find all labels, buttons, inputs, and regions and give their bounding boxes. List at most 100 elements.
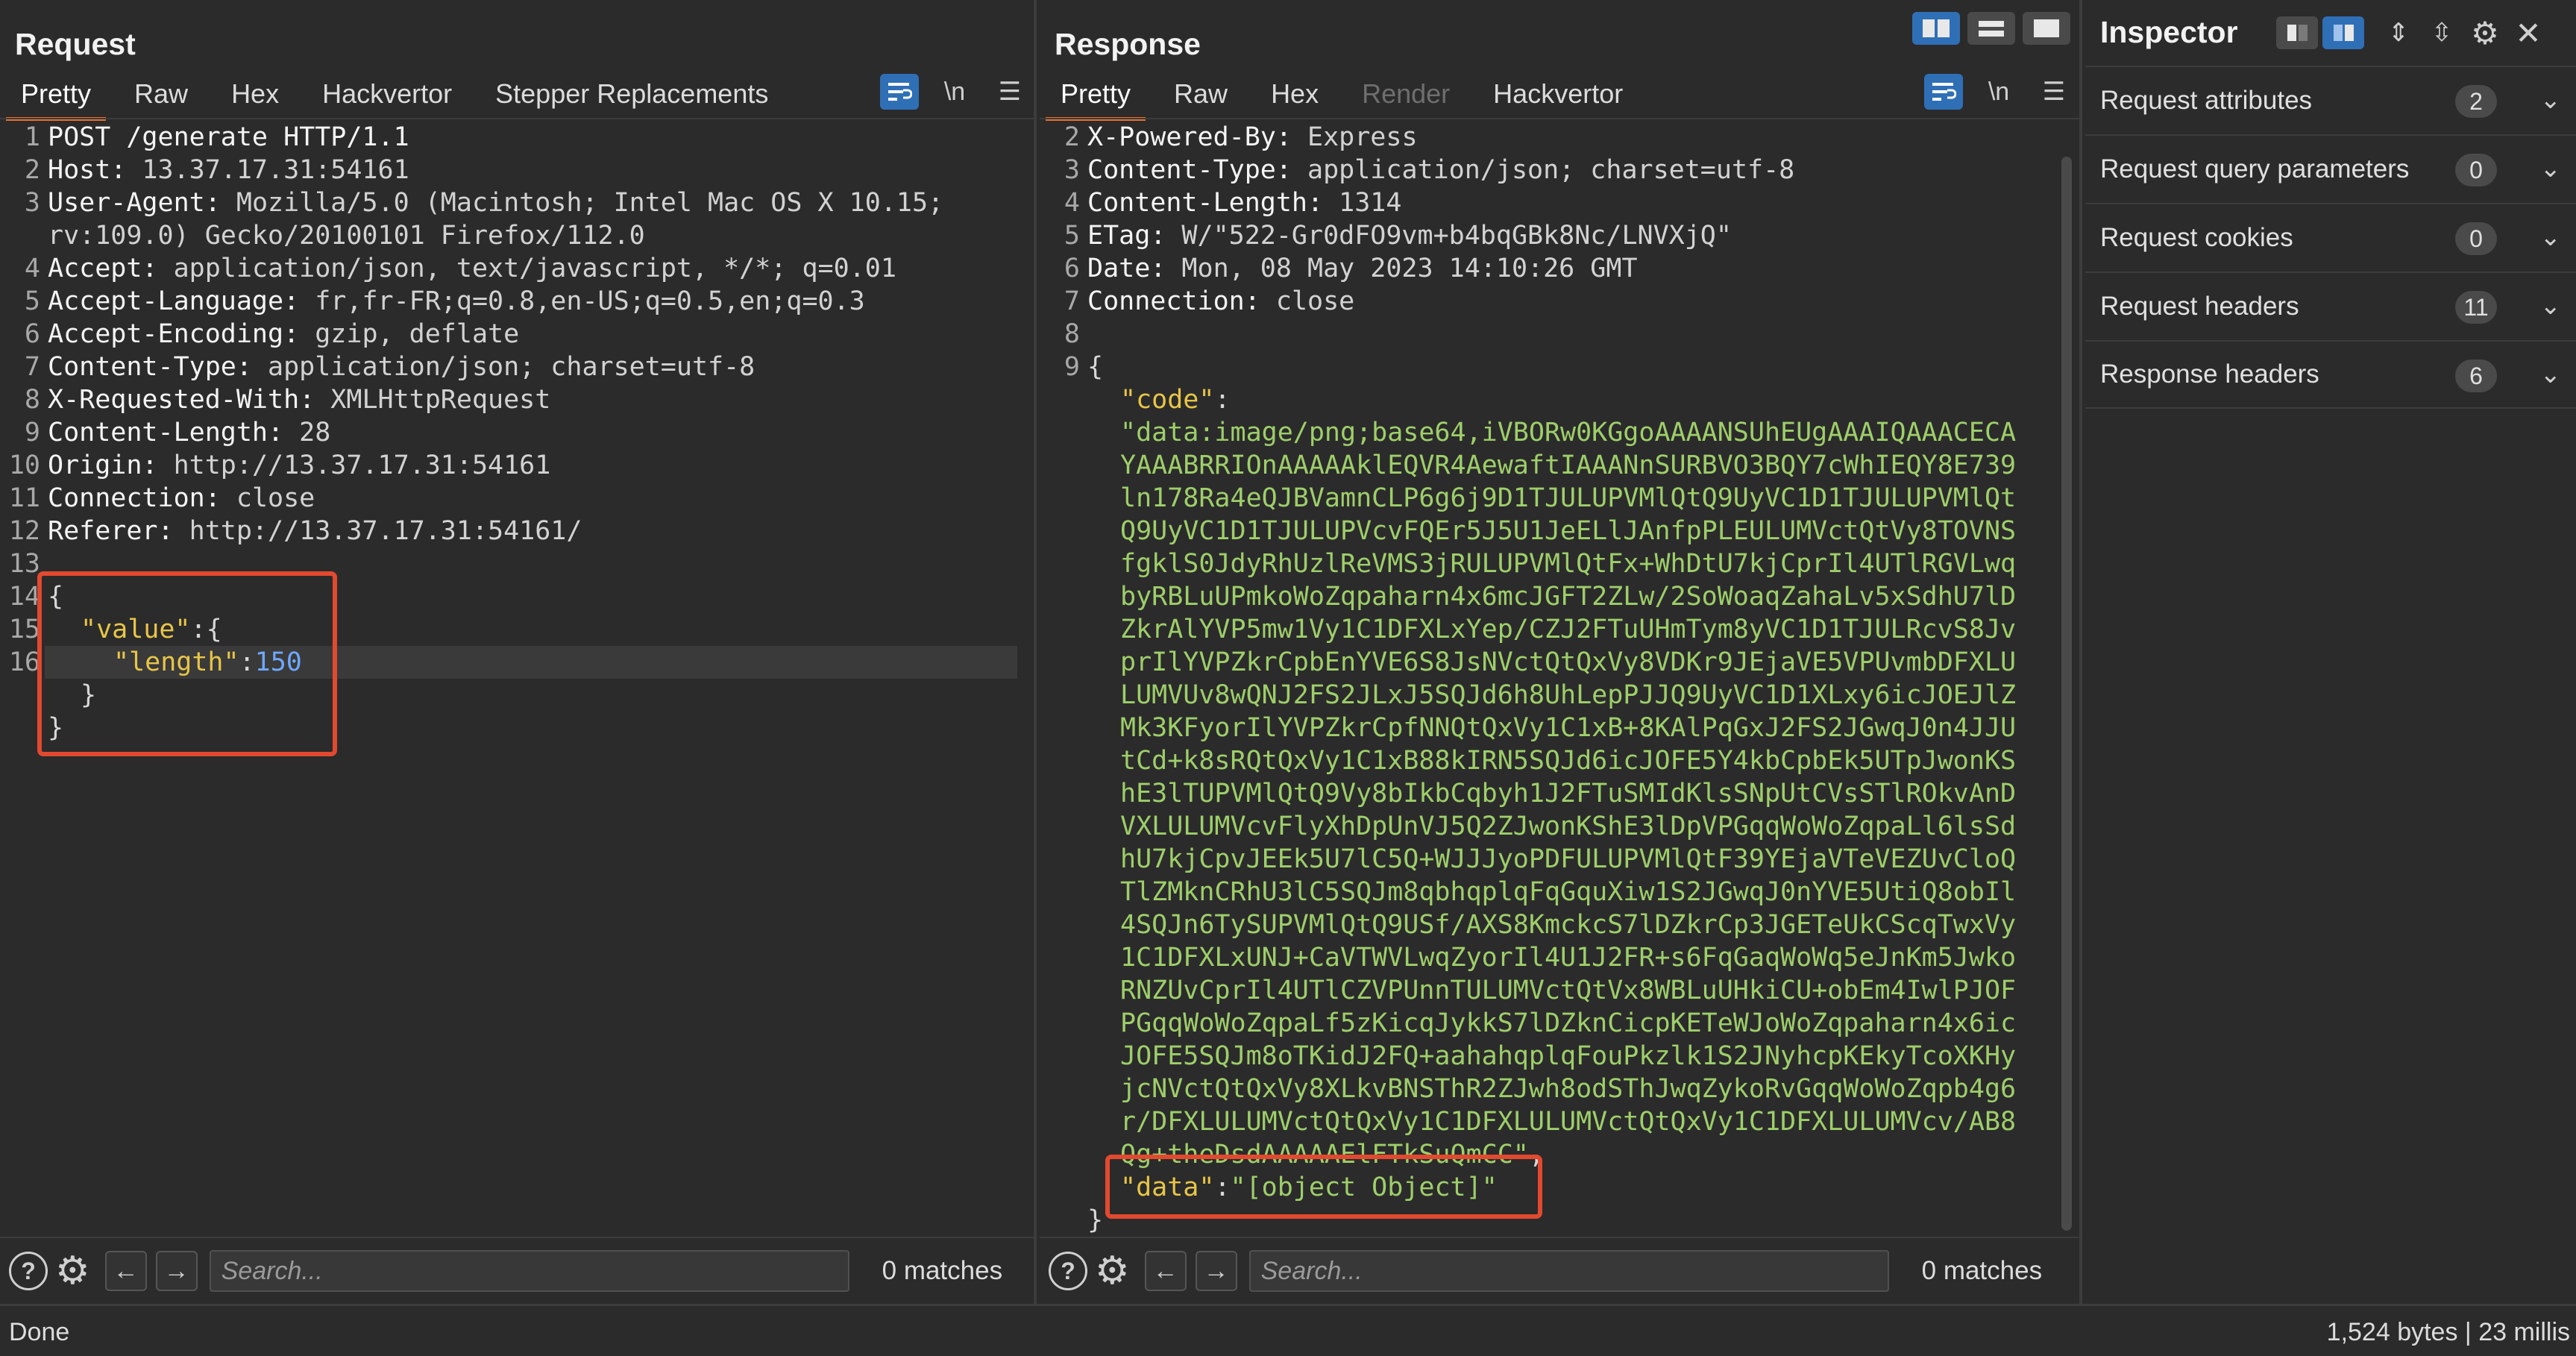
request-tabs: Pretty Raw Hex Hackvertor Stepper Replac… <box>6 73 797 121</box>
wrap-lines-icon[interactable] <box>1924 74 1963 110</box>
json-code-value-line: "data:image/png;base64,iVBORw0KGgoAAAANS… <box>1120 418 2017 448</box>
menu-icon[interactable]: ☰ <box>990 74 1029 110</box>
request-tab-hex[interactable]: Hex <box>216 78 294 121</box>
line-number: 4 <box>1064 188 1080 218</box>
header-name: Content-Type: <box>1087 155 1292 185</box>
next-match-button[interactable]: → <box>1195 1251 1237 1291</box>
response-tabs: Pretty Raw Hex Render Hackvertor <box>1046 73 1651 121</box>
layout-side-by-side-icon[interactable] <box>1912 12 1960 45</box>
help-icon[interactable]: ? <box>9 1252 48 1290</box>
status-bar: Done 1,524 bytes | 23 millis <box>0 1304 2576 1356</box>
inspector-item-request-query-parameters[interactable]: Request query parameters 0 ⌄ <box>2085 134 2576 203</box>
settings-icon[interactable]: ⚙ <box>2466 15 2504 51</box>
header-name: Content-Length: <box>48 418 284 448</box>
header-value: rv:109.0) Gecko/20100101 Firefox/112.0 <box>48 221 645 251</box>
json-key-code: "code" <box>1120 385 1215 415</box>
json-code-value-line: ln178Ra4eQJBVamnCLP6g6j9D1TJULUPVMlQtQ9U… <box>1120 483 2017 513</box>
request-search-bar: ? ⚙ ← → Search... 0 matches <box>0 1237 1034 1304</box>
response-pane: Response Pretty Raw Hex Render Hackverto… <box>1040 0 2082 1304</box>
newline-toggle-icon[interactable]: \n <box>935 74 974 110</box>
chevron-down-icon[interactable]: ⌄ <box>2540 222 2562 252</box>
count-badge: 0 <box>2455 154 2497 186</box>
header-name: Connection: <box>48 483 221 513</box>
header-value: W/"522-Gr0dFO9vm+b4bqGBk8Nc/LNVXjQ" <box>1166 221 1732 251</box>
header-value: http://13.37.17.31:54161 <box>157 451 551 480</box>
header-value: application/json; charset=utf-8 <box>1291 155 1795 185</box>
inspector-list: Request attributes 2 ⌄ Request query par… <box>2085 66 2576 409</box>
editor-line: tCd+k8sRQtQxVy1C1xB88kIRN5SQJd6icJOFE5Y4… <box>1040 744 2049 777</box>
response-tab-render[interactable]: Render <box>1347 78 1465 121</box>
header-name: X-Powered-By: <box>1087 122 1292 152</box>
layout-stacked-icon[interactable] <box>1967 12 2015 45</box>
editor-line: 4SQJn6TySUPVMlQtQ9USf/AXS8KmckcS7lDZkrCp… <box>1040 908 2049 941</box>
header-name: Date: <box>1087 254 1166 283</box>
gear-icon[interactable]: ⚙ <box>55 1252 90 1290</box>
editor-line: 11 Connection: close <box>0 482 1034 515</box>
json-code-value-line: RNZUvCprIl4UTlCZVPUnnTULUMVctQtVx8WBLuUH… <box>1120 976 2017 1005</box>
response-tab-hex[interactable]: Hex <box>1256 78 1333 121</box>
header-name: Connection: <box>1087 286 1260 316</box>
editor-line: 5 ETag: W/"522-Gr0dFO9vm+b4bqGBk8Nc/LNVXj… <box>1040 219 2049 252</box>
header-name: ETag: <box>1087 221 1166 251</box>
line-number: 8 <box>1064 319 1080 349</box>
header-name: Accept-Language: <box>48 286 300 316</box>
gear-icon[interactable]: ⚙ <box>1095 1252 1130 1290</box>
request-tabs-divider <box>0 118 1034 119</box>
header-name: Origin: <box>48 451 158 480</box>
layout-single-icon[interactable] <box>2023 12 2070 45</box>
json-code-value-line: ZkrAlYVP5mw1Vy1C1DFXLxYep/CZJ2FTuUHmTym8… <box>1120 615 2017 644</box>
response-search-bar: ? ⚙ ← → Search... 0 matches <box>1040 1237 2079 1304</box>
help-icon[interactable]: ? <box>1049 1252 1087 1290</box>
request-tab-pretty[interactable]: Pretty <box>6 78 107 121</box>
inspector-layout-right-icon[interactable] <box>2322 16 2364 49</box>
editor-line: 9 Content-Length: 28 <box>0 416 1034 449</box>
request-search-input[interactable]: Search... <box>209 1250 849 1292</box>
expand-all-icon[interactable]: ⇕ <box>2379 15 2418 51</box>
next-match-button[interactable]: → <box>155 1251 198 1291</box>
newline-toggle-icon[interactable]: \n <box>1979 74 2018 110</box>
chevron-down-icon[interactable]: ⌄ <box>2540 291 2562 321</box>
editor-line: 7 Connection: close <box>1040 285 2049 318</box>
editor-line: VXLULUMVcvFlyXhDpUnVJ5Q2ZJwonKShE3lDpVPG… <box>1040 810 2049 843</box>
json-code-value-line: Q9UyVC1D1TJULUPVcvFQEr5J5U1JeELlJAnfpPLE… <box>1120 516 2017 546</box>
request-tab-stepper-replacements[interactable]: Stepper Replacements <box>480 78 783 121</box>
request-tab-hackvertor[interactable]: Hackvertor <box>307 78 467 121</box>
inspector-layout-left-icon[interactable] <box>2276 16 2318 49</box>
json-code-value-line: r/DFXLULUMVctQtQxVy1C1DFXLULUMVctQtQxVy1… <box>1120 1107 2017 1137</box>
prev-match-button[interactable]: ← <box>104 1251 147 1291</box>
response-match-count: 0 matches <box>1921 1256 2043 1285</box>
response-editor[interactable]: 2 X-Powered-By: Express 3 Content-Type: ap… <box>1040 121 2049 1237</box>
json-code-value-line: prIlYVPZkrCpbEnYVE6S8JsNVctQtQxVy8VDKr9J… <box>1120 647 2017 677</box>
menu-icon[interactable]: ☰ <box>2035 74 2073 110</box>
header-value: Express <box>1291 122 1418 152</box>
response-tab-hackvertor[interactable]: Hackvertor <box>1478 78 1638 121</box>
chevron-down-icon[interactable]: ⌄ <box>2540 85 2562 115</box>
inspector-item-request-attributes[interactable]: Request attributes 2 ⌄ <box>2085 66 2576 134</box>
editor-line: hE3lTUPVMlQtQ9Vy8bIkbCqbyh1J2FTuSMIdKlsS… <box>1040 777 2049 810</box>
wrap-lines-icon[interactable] <box>880 74 919 110</box>
json-code-value-line: byRBLuUPmkoWoZqpaharn4x6mcJGFT2ZLw/2SoWo… <box>1120 582 2017 612</box>
line-number: 6 <box>24 319 40 349</box>
close-icon[interactable]: ✕ <box>2509 15 2548 51</box>
inspector-item-request-headers[interactable]: Request headers 11 ⌄ <box>2085 271 2576 340</box>
line-number: 10 <box>8 451 40 480</box>
request-tab-raw[interactable]: Raw <box>119 78 203 121</box>
chevron-down-icon[interactable]: ⌄ <box>2540 360 2562 389</box>
response-tab-raw[interactable]: Raw <box>1159 78 1243 121</box>
response-tab-pretty[interactable]: Pretty <box>1046 78 1146 121</box>
collapse-all-icon[interactable]: ⇳ <box>2422 15 2461 51</box>
inspector-item-response-headers[interactable]: Response headers 6 ⌄ <box>2085 340 2576 409</box>
response-search-input[interactable]: Search... <box>1248 1250 1889 1292</box>
line-number: 7 <box>1064 286 1080 316</box>
editor-line: TlZMknCRhU3lC5SQJm8qbhqplqFqGquXiw1S2JGw… <box>1040 876 2049 908</box>
header-value: application/json; charset=utf-8 <box>251 352 755 382</box>
prev-match-button[interactable]: ← <box>1144 1251 1187 1291</box>
inspector-pane: Inspector ⇕ ⇳ ⚙ ✕ Request attributes 2 ⌄… <box>2085 0 2576 1304</box>
inspector-item-request-cookies[interactable]: Request cookies 0 ⌄ <box>2085 203 2576 271</box>
chevron-down-icon[interactable]: ⌄ <box>2540 154 2562 183</box>
json-code-value-line: VXLULUMVcvFlyXhDpUnVJ5Q2ZJwonKShE3lDpVPG… <box>1120 812 2017 841</box>
count-badge: 6 <box>2455 360 2497 392</box>
editor-line: 5 Accept-Language: fr,fr-FR;q=0.8,en-US;q… <box>0 285 1034 318</box>
editor-line: byRBLuUPmkoWoZqpaharn4x6mcJGFT2ZLw/2SoWo… <box>1040 580 2049 613</box>
response-scrollbar[interactable] <box>2061 157 2072 1231</box>
